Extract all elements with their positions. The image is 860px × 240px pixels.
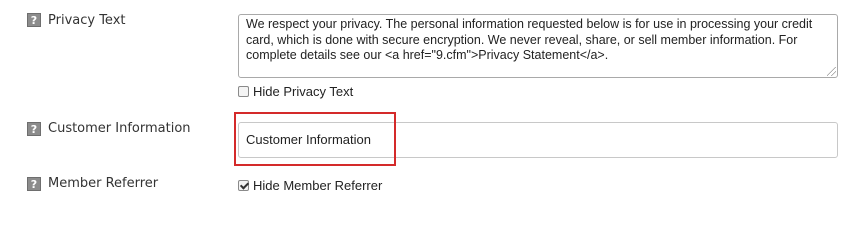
hide-privacy-text-option[interactable]: Hide Privacy Text xyxy=(238,84,353,99)
member-referrer-label: Member Referrer xyxy=(48,176,159,191)
customer-information-help-icon[interactable]: ? xyxy=(27,122,41,136)
hide-privacy-text-label[interactable]: Hide Privacy Text xyxy=(253,84,353,99)
resize-grip-icon[interactable] xyxy=(827,67,836,76)
privacy-text-textarea[interactable]: We respect your privacy. The personal in… xyxy=(238,14,838,78)
privacy-text-help-icon[interactable]: ? xyxy=(27,13,41,27)
hide-member-referrer-label[interactable]: Hide Member Referrer xyxy=(253,178,382,193)
customer-information-label: Customer Information xyxy=(48,121,191,136)
privacy-text-value: We respect your privacy. The personal in… xyxy=(246,17,813,62)
hide-privacy-text-checkbox[interactable] xyxy=(238,86,249,97)
member-referrer-help-icon[interactable]: ? xyxy=(27,177,41,191)
privacy-text-label: Privacy Text xyxy=(48,13,126,28)
customer-information-input[interactable]: Customer Information xyxy=(238,122,838,158)
hide-member-referrer-checkbox[interactable] xyxy=(238,180,249,191)
hide-member-referrer-option[interactable]: Hide Member Referrer xyxy=(238,178,382,193)
